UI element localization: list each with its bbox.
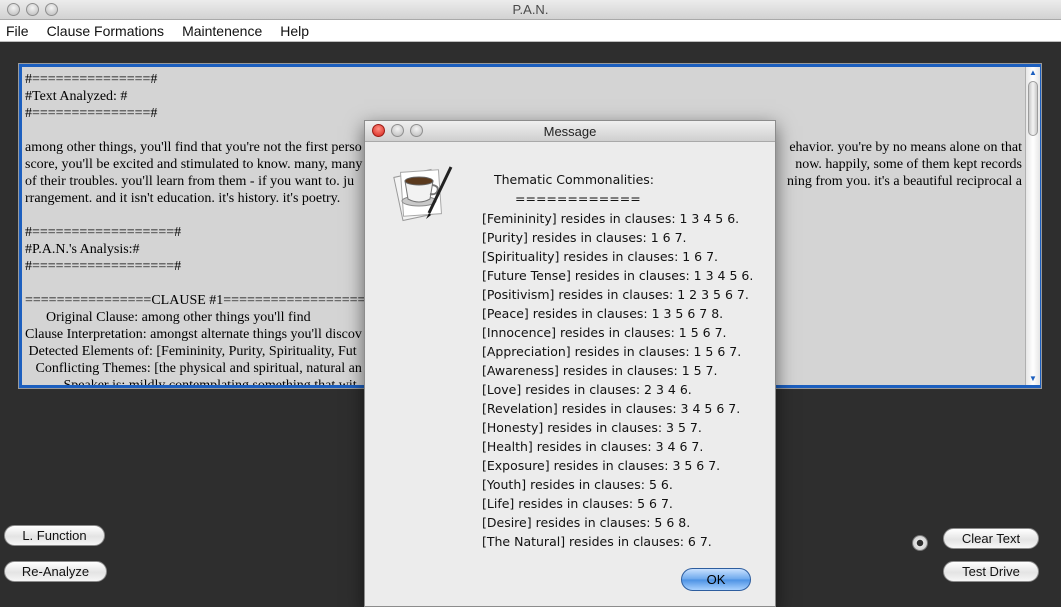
list-item: [Desire] resides in clauses: 5 6 8. — [482, 515, 691, 530]
text-fragment-right: ehavior. you're by no means alone on tha… — [789, 140, 1022, 155]
list-item: [Innocence] resides in clauses: 1 5 6 7. — [482, 325, 727, 340]
menu-clause-formations[interactable]: Clause Formations — [41, 23, 171, 39]
l-function-button[interactable]: L. Function — [4, 525, 105, 546]
ok-button[interactable]: OK — [681, 568, 751, 591]
message-dialog: Message Thematic Commonalities: ========… — [364, 120, 776, 607]
test-drive-button[interactable]: Test Drive — [943, 561, 1039, 582]
dialog-titlebar[interactable]: Message — [365, 121, 775, 142]
text-fragment-left: among other things, you'll find that you… — [25, 140, 362, 155]
list-item: [Love] resides in clauses: 2 3 4 6. — [482, 382, 692, 397]
text-line: #===============# — [25, 72, 158, 87]
text-fragment-left: score, you'll be excited and stimulated … — [25, 157, 363, 172]
list-item: [Peace] resides in clauses: 1 3 5 6 7 8. — [482, 306, 724, 321]
menu-help[interactable]: Help — [274, 23, 315, 39]
window-titlebar[interactable]: P.A.N. — [0, 0, 1061, 20]
vertical-scrollbar[interactable]: ▲ ▼ — [1025, 67, 1040, 385]
menubar: File Clause Formations Maintenence Help — [0, 20, 1061, 42]
text-fragment-right: now. happily, some of them kept records — [795, 157, 1022, 172]
list-item: [Appreciation] resides in clauses: 1 5 6… — [482, 344, 742, 359]
list-item: [Honesty] resides in clauses: 3 5 7. — [482, 420, 702, 435]
list-item: [Health] resides in clauses: 3 4 6 7. — [482, 439, 704, 454]
menu-file[interactable]: File — [0, 23, 35, 39]
coffee-cup-pen-icon — [393, 166, 453, 222]
list-item: [Awareness] resides in clauses: 1 5 7. — [482, 363, 718, 378]
scroll-down-arrow-icon[interactable]: ▼ — [1028, 374, 1038, 384]
scrollbar-thumb[interactable] — [1028, 81, 1038, 136]
radio-button[interactable] — [912, 535, 928, 551]
clear-text-button[interactable]: Clear Text — [943, 528, 1039, 549]
list-item: [Future Tense] resides in clauses: 1 3 4… — [482, 268, 754, 283]
menu-maintenence[interactable]: Maintenence — [176, 23, 268, 39]
list-item: [Femininity] resides in clauses: 1 3 4 5… — [482, 211, 740, 226]
list-item: [Exposure] resides in clauses: 3 5 6 7. — [482, 458, 721, 473]
re-analyze-button[interactable]: Re-Analyze — [4, 561, 107, 582]
message-rule: ============ — [515, 191, 641, 206]
list-item: [Purity] resides in clauses: 1 6 7. — [482, 230, 687, 245]
list-item: [Revelation] resides in clauses: 3 4 5 6… — [482, 401, 741, 416]
window-title: P.A.N. — [512, 2, 549, 17]
list-item: [Positivism] resides in clauses: 1 2 3 5… — [482, 287, 749, 302]
list-item: [Life] resides in clauses: 5 6 7. — [482, 496, 673, 511]
text-fragment-left: of their troubles. you'll learn from the… — [25, 174, 355, 189]
dialog-title: Message — [543, 124, 597, 139]
list-item: [Youth] resides in clauses: 5 6. — [482, 477, 673, 492]
list-item: [Spirituality] resides in clauses: 1 6 7… — [482, 249, 719, 264]
text-fragment-right: ning from you. it's a beautiful reciproc… — [787, 174, 1022, 189]
message-heading: Thematic Commonalities: — [494, 172, 654, 187]
text-line: #Text Analyzed: # — [25, 89, 128, 104]
scroll-up-arrow-icon[interactable]: ▲ — [1028, 68, 1038, 78]
list-item: [The Natural] resides in clauses: 6 7. — [482, 534, 712, 549]
